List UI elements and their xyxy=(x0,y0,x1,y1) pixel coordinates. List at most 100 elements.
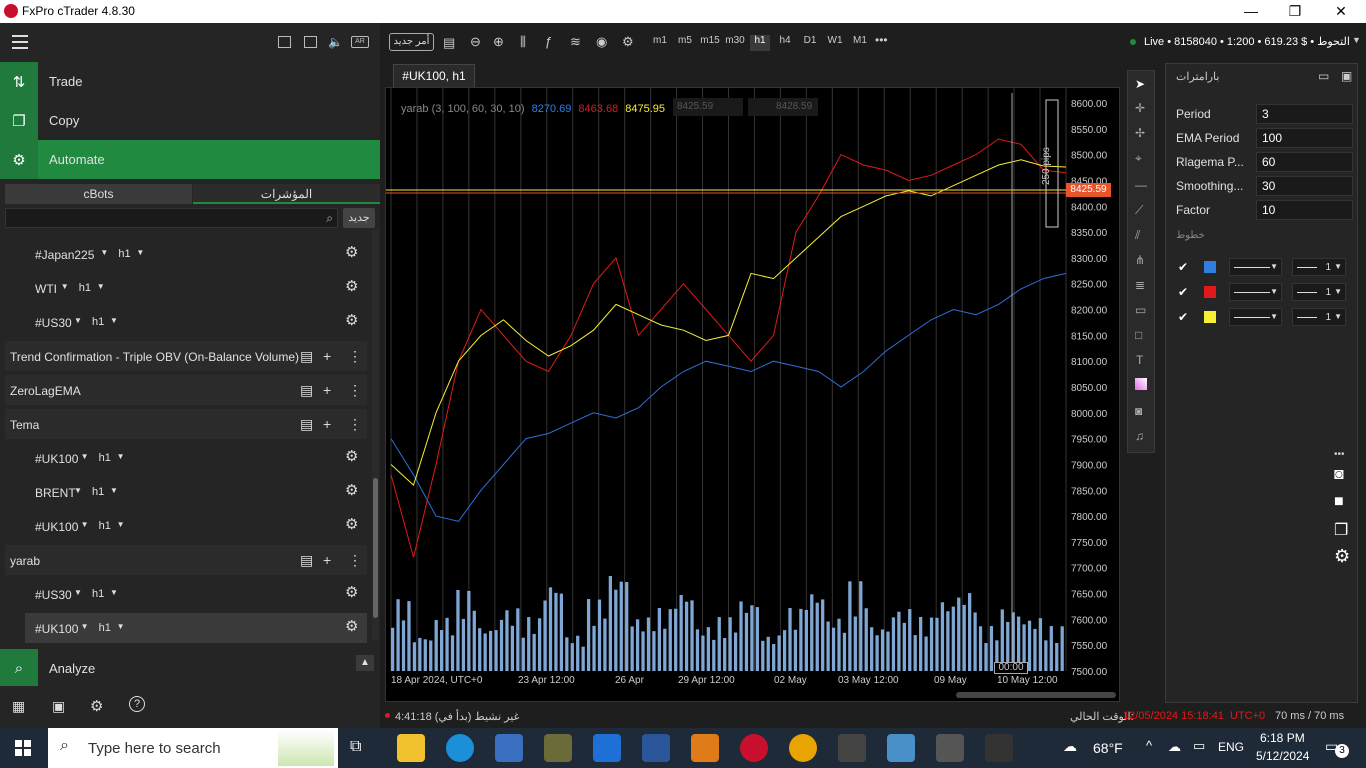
cad-icon[interactable] xyxy=(936,734,964,762)
instance-settings-icon[interactable]: ⚙ xyxy=(345,483,361,499)
params-open-icon[interactable]: ▭ xyxy=(1318,69,1329,83)
timeframe-m15[interactable]: m15 xyxy=(700,35,720,51)
line-width-select[interactable]: 1 ▼ xyxy=(1292,283,1346,301)
chart-settings-icon[interactable]: ⚙ xyxy=(622,34,634,50)
timeframe-dropdown-icon[interactable]: ▼ xyxy=(117,520,125,529)
list-group-row[interactable]: Trend Confirmation - Triple OBV (On-Bala… xyxy=(5,341,367,371)
maximize-button[interactable]: ❐ xyxy=(1272,0,1318,23)
list-group-row[interactable]: Tema ▤ + ⋮ xyxy=(5,409,367,439)
instance-timeframe[interactable]: h1 xyxy=(79,282,91,294)
layers-icon[interactable]: ≋ xyxy=(570,34,581,50)
add-instance-icon[interactable]: + xyxy=(323,552,331,568)
instance-timeframe[interactable]: h1 xyxy=(92,486,104,498)
chart-area[interactable]: 8600.00 8550.00 8500.00 8450.00 8400.00 8350.… xyxy=(385,87,1120,702)
instance-timeframe[interactable]: h1 xyxy=(99,622,111,634)
exo-icon[interactable] xyxy=(838,734,866,762)
line-visible-checkbox[interactable]: ✔ xyxy=(1178,285,1188,299)
timeframe-dropdown-icon[interactable]: ▼ xyxy=(117,452,125,461)
nav-analyze[interactable]: ⌕ Analyze ▲ xyxy=(0,649,380,688)
chart-layout-icon[interactable]: ▤ xyxy=(443,35,455,51)
app-icon[interactable] xyxy=(544,734,572,762)
pitchfork-icon[interactable]: ⋔ xyxy=(1135,253,1145,267)
line-style-select[interactable]: ▼ xyxy=(1229,283,1282,301)
hamburger-menu-icon[interactable] xyxy=(12,35,28,49)
list-group-row[interactable]: ZeroLagEMA ▤ + ⋮ xyxy=(5,375,367,405)
tray-chevron-icon[interactable]: ^ xyxy=(1146,738,1152,753)
line-style-select[interactable]: ▼ xyxy=(1229,258,1282,276)
timeframe-m5[interactable]: m5 xyxy=(675,35,695,51)
timeframe-dropdown-icon[interactable]: ▼ xyxy=(136,248,144,257)
color-picker-icon[interactable] xyxy=(1135,378,1147,390)
indicator-fx-icon[interactable]: ƒ xyxy=(545,34,552,49)
fibonacci-icon[interactable]: ≣ xyxy=(1135,278,1145,292)
windows-start-icon[interactable] xyxy=(15,740,31,756)
tablet-icon[interactable] xyxy=(887,734,915,762)
symbol-dropdown-icon[interactable]: ▼ xyxy=(81,452,89,461)
timeframe-dropdown-icon[interactable]: ▼ xyxy=(117,622,125,631)
screenshot-icon[interactable]: ◙ xyxy=(1334,466,1344,484)
instance-timeframe[interactable]: h1 xyxy=(118,248,130,260)
ar-language-icon[interactable]: AR xyxy=(351,36,369,48)
line-visible-checkbox[interactable]: ✔ xyxy=(1178,260,1188,274)
param-value-input[interactable]: 3 xyxy=(1256,104,1353,124)
param-value-input[interactable]: 100 xyxy=(1256,128,1353,148)
nav-automate[interactable]: ⚙ Automate xyxy=(0,140,380,179)
account-dropdown-icon[interactable]: ▼ xyxy=(1352,35,1361,45)
list-scrollbar[interactable] xyxy=(372,230,379,640)
crosshair-icon[interactable]: ✛ xyxy=(1135,101,1145,115)
instance-settings-icon[interactable]: ⚙ xyxy=(345,619,361,635)
weather-icon[interactable]: ☁ xyxy=(1063,738,1077,755)
account-info[interactable]: Live • 8158040 • 1:200 • 619.23 $ • التح… xyxy=(1144,35,1350,48)
instance-settings-icon[interactable]: ⚙ xyxy=(345,279,361,295)
group-name[interactable]: Trend Confirmation - Triple OBV (On-Bala… xyxy=(10,350,299,364)
clock-date[interactable]: 5/12/2024 xyxy=(1256,749,1309,763)
archive-icon[interactable]: ▣ xyxy=(52,698,65,715)
gear-icon[interactable]: ⚙ xyxy=(1334,546,1350,567)
line-width-select[interactable]: 1 ▼ xyxy=(1292,308,1346,326)
line-style-select[interactable]: ▼ xyxy=(1229,308,1282,326)
add-instance-icon[interactable]: + xyxy=(323,382,331,398)
list-group-row[interactable]: yarab ▤ + ⋮ xyxy=(5,545,367,575)
symbol-dropdown-icon[interactable]: ▼ xyxy=(100,248,108,257)
instance-settings-icon[interactable]: ⚙ xyxy=(345,517,361,533)
instance-symbol[interactable]: #Japan225 xyxy=(35,248,94,262)
group-name[interactable]: yarab xyxy=(10,554,40,568)
nav-copy[interactable]: ❐ Copy xyxy=(0,101,380,140)
list-instance-row[interactable]: #UK100 ▼ h1 ▼ ⚙ xyxy=(25,443,367,473)
instance-symbol[interactable]: #UK100 xyxy=(35,520,78,534)
group-name[interactable]: ZeroLagEMA xyxy=(10,384,81,398)
text-icon[interactable]: T xyxy=(1136,353,1143,367)
instance-settings-icon[interactable]: ⚙ xyxy=(345,245,361,261)
symbol-dropdown-icon[interactable]: ▼ xyxy=(74,588,82,597)
instance-symbol[interactable]: #UK100 xyxy=(35,622,78,636)
instance-settings-icon[interactable]: ⚙ xyxy=(345,313,361,329)
line-color-swatch[interactable] xyxy=(1204,261,1216,273)
new-button[interactable]: جديد xyxy=(343,208,375,228)
timeframe-M1[interactable]: M1 xyxy=(850,35,870,51)
instance-timeframe[interactable]: h1 xyxy=(92,588,104,600)
timeframe-D1[interactable]: D1 xyxy=(800,35,820,51)
mail-icon[interactable] xyxy=(593,734,621,762)
line-visible-checkbox[interactable]: ✔ xyxy=(1178,310,1188,324)
add-instance-icon[interactable]: + xyxy=(323,348,331,364)
group-name[interactable]: Tema xyxy=(10,418,39,432)
build-icon[interactable]: ▤ xyxy=(300,382,313,399)
pointer-icon[interactable]: ➤ xyxy=(1135,77,1145,91)
cloud-icon[interactable]: ☁ xyxy=(1168,739,1181,755)
weather-temp[interactable]: 68°F xyxy=(1093,740,1123,756)
chart-type-icon[interactable]: ⫼ xyxy=(520,34,526,50)
param-value-input[interactable]: 60 xyxy=(1256,152,1353,172)
trendline-icon[interactable]: ⟋ xyxy=(1135,203,1143,218)
list-instance-row[interactable]: BRENT ▼ h1 ▼ ⚙ xyxy=(25,477,367,507)
instance-timeframe[interactable]: h1 xyxy=(99,520,111,532)
copy-chart-icon[interactable]: ❐ xyxy=(1334,520,1348,540)
minimize-button[interactable]: — xyxy=(1228,0,1274,23)
sound-icon[interactable]: 🔈 xyxy=(328,35,343,49)
symbol-dropdown-icon[interactable]: ▼ xyxy=(74,316,82,325)
taskbar-search[interactable]: ⌕ Type here to search xyxy=(48,728,338,768)
zoom-in-icon[interactable]: ⊕ xyxy=(493,34,504,50)
instance-symbol[interactable]: #UK100 xyxy=(35,452,78,466)
language-indicator[interactable]: ENG xyxy=(1218,740,1244,754)
timeframe-dropdown-icon[interactable]: ▼ xyxy=(110,486,118,495)
more-options-icon[interactable]: ⋮ xyxy=(348,348,362,365)
